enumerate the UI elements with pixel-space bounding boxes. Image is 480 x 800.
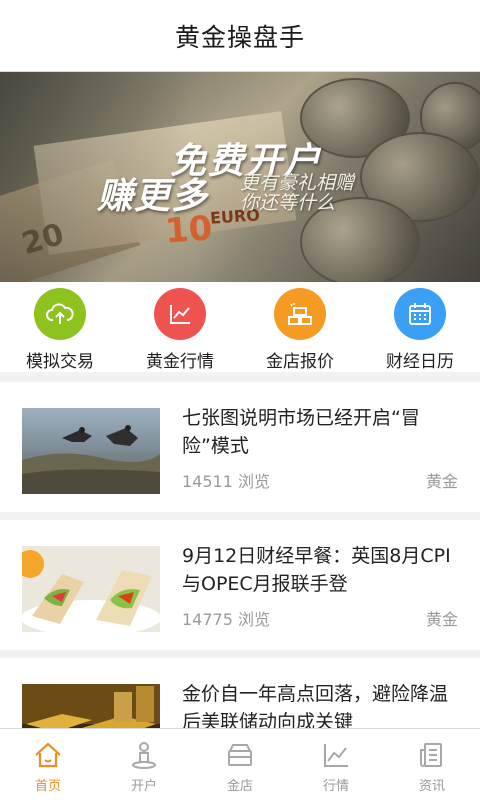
quick-action-gold-market[interactable]: 黄金行情 [120,282,240,372]
banner-subtext-2: 你还等什么 [240,192,336,214]
home-icon [32,739,64,771]
page-title: 黄金操盘手 [174,22,305,52]
line-chart-icon [154,288,206,340]
gold-bars-icon [274,288,326,340]
news-category-tag: 黄金 [425,610,458,629]
news-title: 9月12日财经早餐：英国8月CPI与OPEC月报联手登 [182,545,451,595]
cloud-upload-icon [34,288,86,340]
news-icon [416,739,448,771]
promo-banner[interactable]: 20 10 EURO 免费开户 赚更多 更有豪礼相赠 你还等什么 [0,72,480,282]
quick-actions: 模拟交易 黄金行情 金店报价 财经日历 [0,282,480,372]
tab-home[interactable]: 首页 [0,729,96,800]
app-header: 黄金操盘手 [0,0,480,72]
quick-action-simulated-trading[interactable]: 模拟交易 [0,282,120,372]
quick-action-label: 黄金行情 [146,352,214,372]
quick-action-economic-calendar[interactable]: 财经日历 [360,282,480,372]
news-view-count: 14775 浏览 [182,610,270,629]
calendar-icon [394,288,446,340]
skydivers-image [22,408,160,494]
tab-label: 开户 [130,779,157,794]
news-item[interactable]: 9月12日财经早餐：英国8月CPI与OPEC月报联手登 14775 浏览 黄金 [0,520,480,650]
tab-label: 首页 [34,779,61,794]
tab-open-account[interactable]: 开户 [96,729,192,800]
quick-action-gold-store-quotes[interactable]: 金店报价 [240,282,360,372]
news-category-tag: 黄金 [425,472,458,491]
news-view-count: 14511 浏览 [182,472,270,491]
quick-action-label: 金店报价 [266,352,334,372]
chart-icon [320,739,352,771]
store-icon [224,739,256,771]
tab-gold-store[interactable]: 金店 [192,729,288,800]
tab-label: 行情 [322,779,349,794]
bottom-tab-bar: 首页 开户 金店 行情 资讯 [0,728,480,800]
tab-label: 金店 [226,779,253,794]
tab-market[interactable]: 行情 [288,729,384,800]
banner-headline-2: 赚更多 [97,176,209,217]
wraps-food-image [22,546,160,632]
user-open-icon [128,739,160,771]
tab-news[interactable]: 资讯 [384,729,480,800]
tab-label: 资讯 [418,779,445,794]
quick-action-label: 财经日历 [386,352,454,372]
quick-action-label: 模拟交易 [26,352,94,372]
news-item[interactable]: 七张图说明市场已经开启“冒险”模式 14511 浏览 黄金 [0,382,480,512]
news-title: 七张图说明市场已经开启“冒险”模式 [182,407,420,457]
